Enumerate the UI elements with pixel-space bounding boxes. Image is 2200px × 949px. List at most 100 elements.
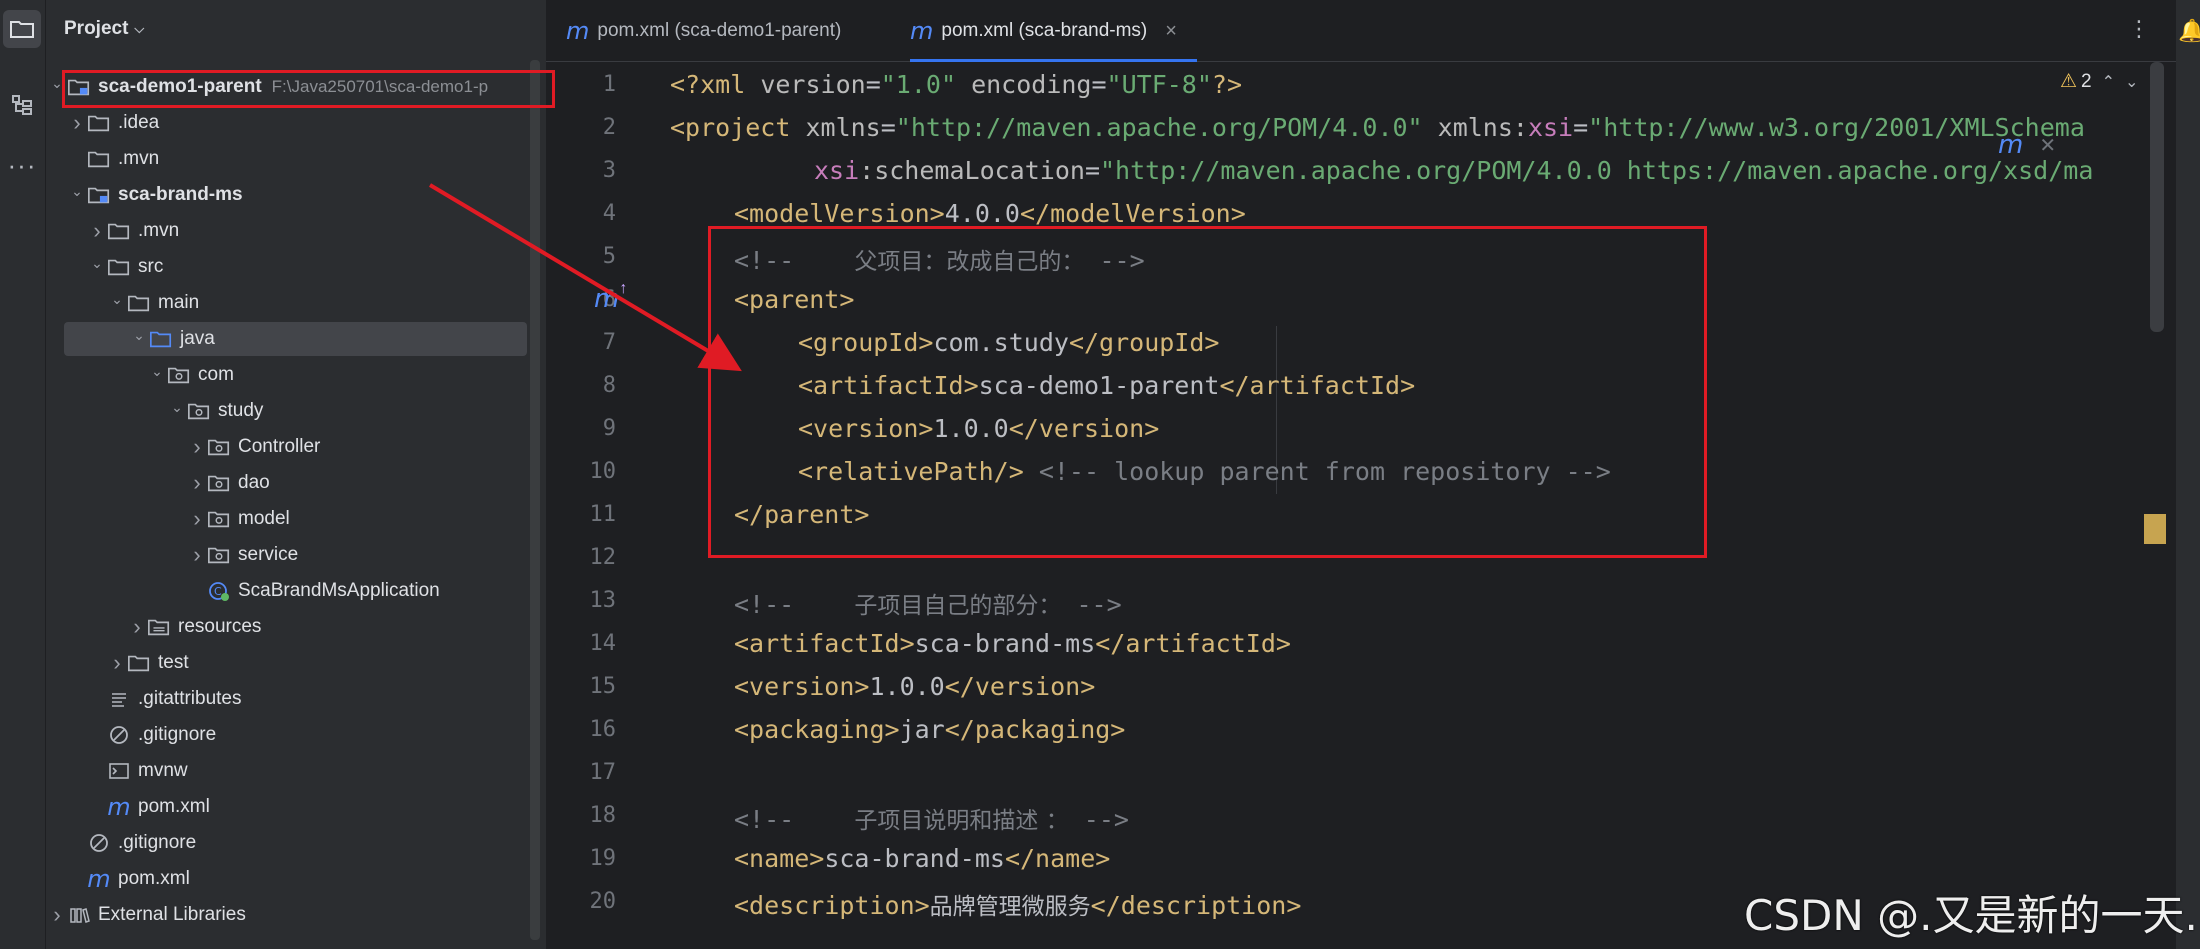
- tree-item[interactable]: ⌄ com: [46, 358, 526, 392]
- folder-icon: [10, 21, 34, 38]
- package-icon: [206, 472, 232, 494]
- tree-item-label: External Libraries: [98, 904, 246, 925]
- editor-scrollbar[interactable]: [2150, 62, 2164, 332]
- tree-item[interactable]: .mvn: [46, 142, 526, 176]
- tree-item[interactable]: › .mvn: [46, 214, 526, 248]
- tree-item[interactable]: ⌄ sca-brand-ms: [46, 178, 526, 212]
- tab-label: pom.xml (sca-demo1-parent): [597, 20, 842, 41]
- tree-item-label: pom.xml: [118, 868, 190, 889]
- tree-item[interactable]: m pom.xml: [46, 862, 526, 896]
- chevron-up-icon[interactable]: ⌃: [2102, 72, 2115, 92]
- annotation-box-parent-project: [62, 70, 555, 108]
- chevron-right-icon[interactable]: ›: [88, 218, 106, 244]
- tree-item-label: service: [238, 544, 299, 565]
- tree-item[interactable]: ⌄ java: [64, 322, 527, 356]
- line-number: 8: [602, 373, 616, 398]
- chevron-down-icon[interactable]: ⌄: [88, 255, 106, 272]
- maven-icon: m: [910, 17, 934, 45]
- chevron-down-icon[interactable]: ⌄: [68, 183, 86, 200]
- notifications-icon[interactable]: 🔔: [2178, 18, 2200, 44]
- tree-item[interactable]: .gitignore: [46, 718, 526, 752]
- chevron-right-icon[interactable]: ›: [188, 506, 206, 532]
- warning-count: 2: [2081, 70, 2092, 92]
- code-line-4: <modelVersion>4.0.0</modelVersion>: [734, 199, 1246, 228]
- tree-item[interactable]: › .idea: [46, 106, 526, 140]
- tree-item[interactable]: ⌄ study: [46, 394, 526, 428]
- warning-icon: ⚠: [2060, 71, 2078, 92]
- tree-item[interactable]: .gitignore: [46, 826, 526, 860]
- gutter-maven-icon[interactable]: m↑: [594, 280, 627, 312]
- left-tool-strip: ···: [0, 0, 46, 949]
- inspection-widget[interactable]: ⚠ 2 ⌃ ⌄: [2060, 70, 2138, 93]
- svg-text:C: C: [214, 585, 222, 598]
- chevron-right-icon[interactable]: ›: [188, 470, 206, 496]
- maven-icon: m: [566, 17, 590, 45]
- line-number: 10: [589, 459, 617, 484]
- chevron-down-icon[interactable]: ⌄: [108, 291, 126, 308]
- line-number: 16: [589, 717, 617, 742]
- tree-item[interactable]: .gitattributes: [46, 682, 526, 716]
- chevron-down-icon[interactable]: ⌄: [130, 327, 148, 344]
- chevron-down-icon[interactable]: ⌄: [2125, 72, 2138, 92]
- spring-class-icon: C: [206, 580, 232, 602]
- tab-pom-brand-ms[interactable]: m pom.xml (sca-brand-ms) ×: [910, 0, 1197, 62]
- tree-item-label: sca-brand-ms: [118, 184, 243, 205]
- tree-item[interactable]: › resources: [46, 610, 526, 644]
- tree-item[interactable]: › model: [46, 502, 526, 536]
- code-line-1: <?xml version="1.0" encoding="UTF-8"?>: [670, 70, 1243, 99]
- tree-item-label: study: [218, 400, 264, 421]
- tree-item[interactable]: › test: [46, 646, 526, 680]
- chevron-right-icon[interactable]: ›: [188, 434, 206, 460]
- line-number: 20: [589, 889, 617, 914]
- structure-icon: [12, 95, 32, 115]
- code-line-14: <artifactId>sca-brand-ms</artifactId>: [734, 629, 1291, 658]
- chevron-down-icon[interactable]: ⌄: [148, 363, 166, 380]
- chevron-right-icon[interactable]: ›: [68, 110, 86, 136]
- chevron-right-icon[interactable]: ›: [188, 542, 206, 568]
- code-line-18: <!-- 子项目说明和描述 ： -->: [734, 805, 1129, 834]
- watermark: CSDN @.又是新的一天.: [1744, 891, 2198, 940]
- more-tools-button[interactable]: ···: [3, 146, 41, 184]
- tree-item[interactable]: › Controller: [46, 430, 526, 464]
- project-panel-header[interactable]: Project ⌵: [64, 18, 144, 40]
- scrollbar-warning-marker[interactable]: [2144, 514, 2166, 544]
- package-icon: [186, 400, 212, 422]
- chevron-right-icon[interactable]: ›: [128, 614, 146, 640]
- tab-options-icon[interactable]: ⋮: [2128, 16, 2150, 42]
- folder-icon: [126, 292, 152, 314]
- close-icon[interactable]: ×: [1165, 20, 1177, 43]
- line-number: 18: [589, 803, 617, 828]
- tree-item[interactable]: m pom.xml: [46, 790, 526, 824]
- code-line-3: xsi:schemaLocation="http://maven.apache.…: [814, 156, 2094, 185]
- tree-item-label: Controller: [238, 436, 321, 457]
- structure-tool-button[interactable]: [3, 86, 41, 124]
- tree-item[interactable]: › dao: [46, 466, 526, 500]
- code-line-15: <version>1.0.0</version>: [734, 672, 1096, 701]
- tree-item[interactable]: ⌄ src: [46, 250, 526, 284]
- project-panel: Project ⌵ ⌄ sca-demo1-parent F:\Java250701…: [46, 0, 546, 949]
- chevron-down-icon[interactable]: ⌄: [168, 399, 186, 416]
- terminal-file-icon: [106, 760, 132, 782]
- chevron-right-icon[interactable]: ›: [48, 902, 66, 928]
- tree-item[interactable]: › External Libraries: [46, 898, 526, 932]
- tree-item[interactable]: mvnw: [46, 754, 526, 788]
- line-number: 17: [589, 760, 617, 785]
- tree-item[interactable]: › service: [46, 538, 526, 572]
- tab-pom-parent[interactable]: m pom.xml (sca-demo1-parent): [566, 0, 841, 62]
- ignore-file-icon: [86, 832, 112, 854]
- project-scrollbar[interactable]: [530, 60, 540, 940]
- tree-item-label: com: [198, 364, 234, 385]
- maven-reload-popup[interactable]: m ✕: [1998, 132, 2056, 158]
- line-number: 13: [589, 588, 617, 613]
- chevron-right-icon[interactable]: ›: [108, 650, 126, 676]
- tree-item[interactable]: C ScaBrandMsApplication: [46, 574, 526, 608]
- more-icon: ···: [7, 149, 37, 180]
- tree-item[interactable]: ⌄ main: [46, 286, 526, 320]
- package-icon: [206, 508, 232, 530]
- line-number: 7: [602, 330, 616, 355]
- maven-reload-icon[interactable]: m: [1998, 132, 2023, 158]
- project-tool-button[interactable]: [3, 10, 41, 48]
- module-folder-icon: [86, 184, 112, 206]
- library-icon: [66, 904, 92, 926]
- close-icon[interactable]: ✕: [2039, 133, 2056, 158]
